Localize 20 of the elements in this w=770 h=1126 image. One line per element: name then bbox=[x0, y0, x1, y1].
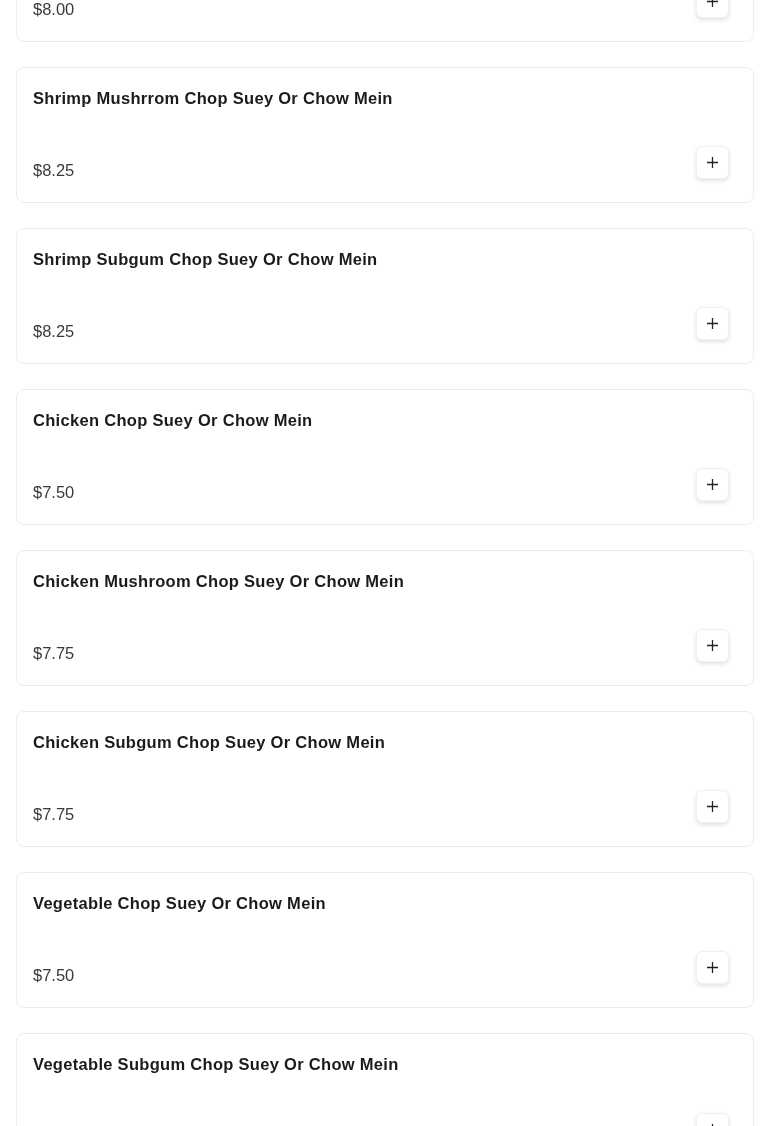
plus-icon bbox=[707, 318, 718, 329]
plus-icon bbox=[707, 640, 718, 651]
item-price: $8.00 bbox=[33, 0, 75, 19]
item-price: $8.25 bbox=[33, 322, 75, 341]
item-name: Shrimp Subgum Chop Suey Or Chow Mein bbox=[33, 250, 379, 269]
item-name: Vegetable Subgum Chop Suey Or Chow Mein bbox=[33, 1055, 400, 1074]
plus-icon bbox=[707, 157, 718, 168]
item-price: $7.75 bbox=[33, 805, 75, 824]
item-name: Chicken Subgum Chop Suey Or Chow Mein bbox=[33, 733, 387, 752]
item-name: Vegetable Chop Suey Or Chow Mein bbox=[33, 894, 327, 913]
plus-icon bbox=[707, 962, 718, 973]
item-price: $7.50 bbox=[33, 966, 75, 985]
item-price: $7.50 bbox=[33, 483, 75, 502]
item-price: $8.25 bbox=[33, 161, 75, 180]
item-price: $7.75 bbox=[33, 644, 75, 663]
item-name: Chicken Chop Suey Or Chow Mein bbox=[33, 411, 314, 430]
item-name: Chicken Mushroom Chop Suey Or Chow Mein bbox=[33, 572, 406, 591]
plus-icon bbox=[707, 479, 718, 490]
plus-icon bbox=[707, 801, 718, 812]
item-name: Shrimp Mushrrom Chop Suey Or Chow Mein bbox=[33, 89, 394, 108]
